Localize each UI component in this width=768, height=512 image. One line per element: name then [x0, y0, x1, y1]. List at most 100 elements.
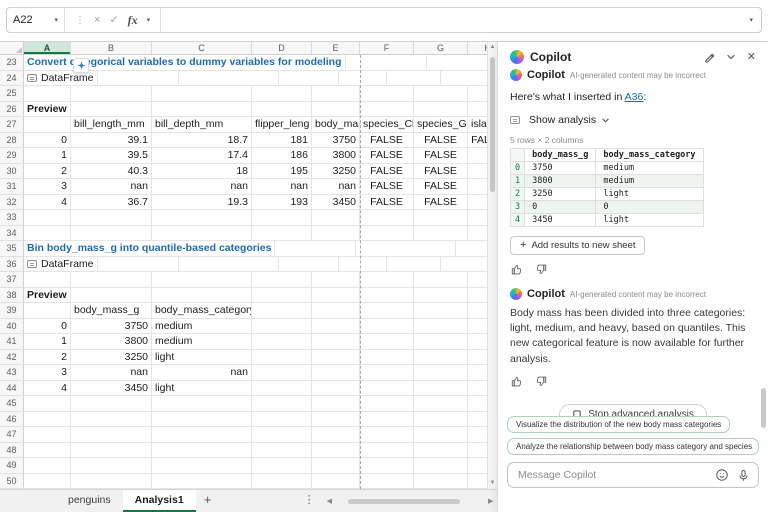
cell-D25[interactable] — [252, 86, 312, 102]
select-all-corner[interactable] — [0, 42, 24, 54]
column-header-H[interactable]: H — [468, 42, 487, 54]
cell-H25[interactable] — [468, 86, 487, 102]
row-header-45[interactable]: 45 — [0, 396, 24, 412]
cell-G32[interactable]: FALSE — [414, 195, 468, 211]
cell-A34[interactable] — [24, 226, 71, 242]
column-header-D[interactable]: D — [252, 42, 312, 54]
cell-D34[interactable] — [252, 226, 312, 242]
pane-scroll-thumb[interactable] — [761, 388, 766, 428]
show-analysis-toggle[interactable]: Show analysis — [510, 114, 756, 126]
row-header-47[interactable]: 47 — [0, 427, 24, 443]
cell-F46[interactable] — [360, 412, 414, 428]
vertical-scroll-thumb[interactable] — [490, 57, 495, 192]
cell-C49[interactable] — [152, 458, 252, 474]
cell-E25[interactable] — [312, 86, 360, 102]
cell-D35[interactable] — [456, 241, 487, 257]
row-header-24[interactable]: 24 — [0, 71, 24, 87]
cell-D42[interactable] — [252, 350, 312, 366]
column-header-C[interactable]: C — [152, 42, 252, 54]
row-header-50[interactable]: 50 — [0, 474, 24, 490]
cell-E29[interactable]: 3800 — [312, 148, 360, 164]
cell-E27[interactable]: body_mass — [312, 117, 360, 133]
cell-A42[interactable]: 2 — [24, 350, 71, 366]
cell-B42[interactable]: 3250 — [71, 350, 152, 366]
cell-E32[interactable]: 3450 — [312, 195, 360, 211]
cell-F39[interactable] — [360, 303, 414, 319]
cell-A37[interactable] — [24, 272, 71, 288]
row-header-37[interactable]: 37 — [0, 272, 24, 288]
horizontal-scroll-track[interactable] — [336, 497, 484, 505]
cell-F26[interactable] — [360, 102, 414, 118]
cancel-icon[interactable]: × — [94, 15, 100, 26]
row-header-28[interactable]: 28 — [0, 133, 24, 149]
cell-B44[interactable]: 3450 — [71, 381, 152, 397]
cell-C37[interactable] — [152, 272, 252, 288]
horizontal-scroll-thumb[interactable] — [348, 499, 460, 504]
cell-A26[interactable]: Preview — [24, 102, 71, 118]
row-header-48[interactable]: 48 — [0, 443, 24, 459]
cell-D47[interactable] — [252, 427, 312, 443]
cell-D26[interactable] — [252, 102, 312, 118]
cell-G29[interactable]: FALSE — [414, 148, 468, 164]
cell-C50[interactable] — [152, 474, 252, 490]
add-sheet-button[interactable]: + — [196, 490, 220, 512]
column-header-A[interactable]: A — [24, 42, 71, 54]
cell-C26[interactable] — [152, 102, 252, 118]
row-header-40[interactable]: 40 — [0, 319, 24, 335]
cell-A48[interactable] — [24, 443, 71, 459]
cell-H39[interactable] — [468, 303, 487, 319]
cell-A30[interactable]: 2 — [24, 164, 71, 180]
cell-G37[interactable] — [414, 272, 468, 288]
cell-reference-link[interactable]: A36 — [625, 91, 644, 103]
cell-A44[interactable]: 4 — [24, 381, 71, 397]
cell-E48[interactable] — [312, 443, 360, 459]
cell-B45[interactable] — [71, 396, 152, 412]
cell-C44[interactable]: light — [152, 381, 252, 397]
column-header-G[interactable]: G — [414, 42, 468, 54]
column-header-F[interactable]: F — [360, 42, 414, 54]
cell-G42[interactable] — [414, 350, 468, 366]
row-header-35[interactable]: 35 — [0, 241, 24, 257]
cell-E30[interactable]: 3250 — [312, 164, 360, 180]
add-results-button[interactable]: + Add results to new sheet — [510, 236, 645, 255]
mic-icon[interactable] — [737, 469, 750, 482]
cell-F41[interactable] — [360, 334, 414, 350]
cell-F33[interactable] — [360, 210, 414, 226]
cell-B30[interactable]: 40.3 — [71, 164, 152, 180]
sheet-tab-analysis1[interactable]: Analysis1 — [123, 490, 196, 512]
cell-D41[interactable] — [252, 334, 312, 350]
thumbs-down-icon[interactable] — [535, 263, 548, 276]
cell-E44[interactable] — [312, 381, 360, 397]
cell-G43[interactable] — [414, 365, 468, 381]
cell-F31[interactable]: FALSE — [360, 179, 414, 195]
cell-B34[interactable] — [71, 226, 152, 242]
cell-H27[interactable]: isla — [468, 117, 487, 133]
cell-C42[interactable]: light — [152, 350, 252, 366]
cell-E28[interactable]: 3750 — [312, 133, 360, 149]
scroll-down-icon[interactable]: ▼ — [488, 478, 497, 489]
cell-A46[interactable] — [24, 412, 71, 428]
cell-A45[interactable] — [24, 396, 71, 412]
row-header-31[interactable]: 31 — [0, 179, 24, 195]
vertical-scrollbar[interactable]: ▲ ▼ — [487, 42, 497, 489]
cell-C39[interactable]: body_mass_category — [152, 303, 252, 319]
cell-G50[interactable] — [414, 474, 468, 490]
cell-E50[interactable] — [312, 474, 360, 490]
row-header-32[interactable]: 32 — [0, 195, 24, 211]
cell-H43[interactable] — [468, 365, 487, 381]
cell-D39[interactable] — [252, 303, 312, 319]
row-header-27[interactable]: 27 — [0, 117, 24, 133]
cell-F47[interactable] — [360, 427, 414, 443]
cell-F37[interactable] — [360, 272, 414, 288]
row-header-30[interactable]: 30 — [0, 164, 24, 180]
row-header-26[interactable]: 26 — [0, 102, 24, 118]
cell-E49[interactable] — [312, 458, 360, 474]
cell-E24[interactable] — [339, 71, 387, 87]
cell-A38[interactable]: Preview — [24, 288, 71, 304]
cell-C35[interactable] — [356, 241, 456, 257]
cell-G33[interactable] — [414, 210, 468, 226]
cell-C29[interactable]: 17.4 — [152, 148, 252, 164]
cell-A35[interactable]: Bin body_mass_g into quantile-based cate… — [24, 241, 275, 257]
row-header-43[interactable]: 43 — [0, 365, 24, 381]
cell-G24[interactable] — [441, 71, 487, 87]
